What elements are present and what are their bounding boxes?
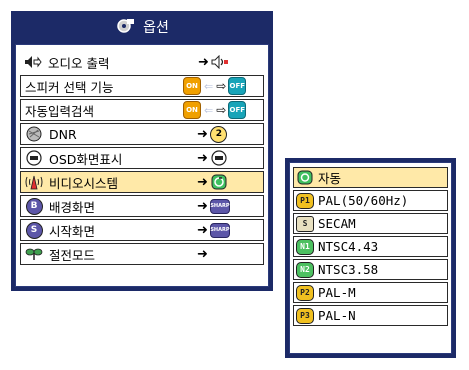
option-label: SECAM bbox=[318, 216, 356, 231]
sharp-logo-icon: SHARP bbox=[209, 222, 230, 238]
option-label: PAL-M bbox=[318, 285, 356, 300]
menu-item-auto-input-search[interactable]: 자동입력검색 ON ⇐ ⇨ OFF bbox=[20, 99, 264, 121]
option-label: PAL-N bbox=[318, 308, 356, 323]
p3-badge-icon: P3 bbox=[296, 307, 314, 324]
arrow-right-icon: ➜ bbox=[197, 126, 208, 142]
menu-item-dnr[interactable]: DNR ➜ 2 bbox=[20, 123, 264, 145]
arrow-right-outline-icon: ⇨ bbox=[216, 103, 227, 117]
speaker-arrow-icon bbox=[24, 54, 42, 70]
arrow-right-icon: ➜ bbox=[197, 198, 208, 214]
arrow-right-icon: ➜ bbox=[197, 174, 208, 190]
menu-item-label: DNR bbox=[49, 126, 77, 142]
menu-item-audio-output[interactable]: 오디오 출력 ➜ bbox=[20, 51, 264, 73]
option-auto[interactable]: 자동 bbox=[293, 167, 448, 188]
auto-icon bbox=[210, 174, 228, 190]
menu-item-label: 오디오 출력 bbox=[48, 55, 110, 71]
option-secam[interactable]: S SECAM bbox=[293, 213, 448, 234]
menu-item-video-system[interactable]: 비디오시스템 ➜ bbox=[20, 171, 264, 193]
menu-item-osd-display[interactable]: OSD화면표시 ➜ bbox=[20, 147, 264, 169]
toggle-on-icon[interactable]: ON bbox=[183, 77, 201, 95]
dnr-level-icon: 2 bbox=[210, 125, 228, 143]
option-label: PAL(50/60Hz) bbox=[318, 193, 409, 208]
arrow-left-icon: ⇐ bbox=[204, 79, 214, 93]
speaker-icon bbox=[211, 54, 229, 70]
option-pal-n[interactable]: P3 PAL-N bbox=[293, 305, 448, 326]
options-title: 옵션 bbox=[143, 20, 169, 36]
option-ntsc443[interactable]: N1 NTSC4.43 bbox=[293, 236, 448, 257]
menu-item-label: 시작화면 bbox=[49, 223, 96, 239]
arrow-right-icon: ➜ bbox=[197, 246, 208, 262]
power-save-icon bbox=[25, 246, 43, 262]
s-badge-icon: S bbox=[296, 215, 314, 232]
options-menu: 옵션 오디오 출력 ➜ 스피커 선택 기능 ON ⇐ ⇨ OFF 자동입력검색 … bbox=[11, 11, 273, 291]
options-icon bbox=[115, 16, 137, 38]
menu-item-label: 비디오시스템 bbox=[49, 175, 119, 191]
video-system-submenu: 자동 P1 PAL(50/60Hz) S SECAM N1 NTSC4.43 N… bbox=[285, 158, 456, 358]
option-pal[interactable]: P1 PAL(50/60Hz) bbox=[293, 190, 448, 211]
menu-item-label: 배경화면 bbox=[49, 199, 96, 215]
arrow-left-icon: ⇐ bbox=[204, 103, 214, 117]
menu-item-startup-screen[interactable]: S 시작화면 ➜ SHARP bbox=[20, 219, 264, 241]
option-pal-m[interactable]: P2 PAL-M bbox=[293, 282, 448, 303]
arrow-right-icon: ➜ bbox=[197, 222, 208, 238]
menu-item-label: 자동입력검색 bbox=[25, 103, 95, 119]
option-label: NTSC3.58 bbox=[318, 262, 379, 277]
arrow-right-outline-icon: ⇨ bbox=[216, 79, 227, 93]
menu-item-label: 절전모드 bbox=[49, 247, 96, 263]
option-label: 자동 bbox=[318, 171, 342, 186]
toggle-off-icon[interactable]: OFF bbox=[228, 77, 247, 95]
options-header: 옵션 bbox=[15, 13, 269, 41]
menu-item-label: OSD화면표시 bbox=[49, 151, 123, 167]
n2-badge-icon: N2 bbox=[296, 261, 314, 278]
video-system-list: 자동 P1 PAL(50/60Hz) S SECAM N1 NTSC4.43 N… bbox=[289, 162, 452, 354]
sharp-logo-icon: SHARP bbox=[209, 198, 230, 214]
n1-badge-icon: N1 bbox=[296, 238, 314, 255]
toggle-off-icon[interactable]: OFF bbox=[228, 101, 247, 119]
toggle-on-icon[interactable]: ON bbox=[183, 101, 201, 119]
option-label: NTSC4.43 bbox=[318, 239, 379, 254]
s-icon: S bbox=[25, 221, 43, 239]
auto-icon bbox=[296, 170, 314, 185]
b-icon: B bbox=[25, 197, 43, 215]
osd-icon bbox=[25, 150, 43, 166]
arrow-right-icon: ➜ bbox=[198, 54, 209, 70]
antenna-icon bbox=[25, 174, 43, 190]
p2-badge-icon: P2 bbox=[296, 284, 314, 301]
menu-item-background[interactable]: B 배경화면 ➜ SHARP bbox=[20, 195, 264, 217]
option-ntsc358[interactable]: N2 NTSC3.58 bbox=[293, 259, 448, 280]
arrow-right-icon: ➜ bbox=[197, 150, 208, 166]
dnr-icon bbox=[25, 126, 43, 142]
menu-item-speaker-select[interactable]: 스피커 선택 기능 ON ⇐ ⇨ OFF bbox=[20, 75, 264, 97]
menu-item-power-save[interactable]: 절전모드 ➜ bbox=[20, 243, 264, 265]
menu-item-label: 스피커 선택 기능 bbox=[25, 79, 114, 95]
osd-icon bbox=[210, 150, 228, 166]
p1-badge-icon: P1 bbox=[296, 192, 314, 209]
options-list: 오디오 출력 ➜ 스피커 선택 기능 ON ⇐ ⇨ OFF 자동입력검색 ON … bbox=[15, 44, 269, 287]
